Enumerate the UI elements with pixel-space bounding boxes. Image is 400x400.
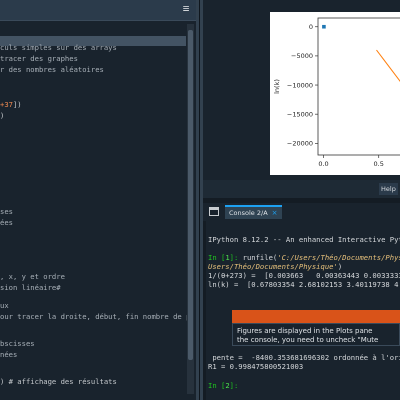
code-line: culs simples sur des arrays xyxy=(0,43,117,52)
prompt-label: In [ xyxy=(208,381,226,390)
notification-header xyxy=(232,310,400,323)
console-banner: IPython 8.12.2 -- An enhanced Interactiv… xyxy=(208,235,400,244)
fit-line xyxy=(376,49,400,82)
plot-figure[interactable]: ln(k) 0 −5000 −10000 −15000 −20000 0.0 0.5 xyxy=(270,12,400,175)
pane-splitter[interactable] xyxy=(196,0,203,400)
x-tick-label: 0.0 xyxy=(318,160,328,168)
notification-text: Figures are displayed in the Plots pane xyxy=(237,327,373,335)
plots-pane: ln(k) 0 −5000 −10000 −15000 −20000 0.0 0.5 xyxy=(203,0,400,196)
console-prompt-line: In [2]: xyxy=(208,381,243,390)
command-argument: 'C:/Users/Théo/Documents/Phys xyxy=(277,253,400,262)
code-line: ées xyxy=(0,218,13,227)
code-line: tracer des graphes xyxy=(0,54,78,63)
prompt-close: ]: xyxy=(229,381,243,390)
code-line: ses xyxy=(0,207,13,216)
y-tick-label: −20000 xyxy=(287,140,313,148)
y-axis-label: ln(k) xyxy=(273,79,281,94)
tab-console[interactable]: Console 2/A × xyxy=(225,205,282,219)
notification-text: the console, you need to uncheck "Mute xyxy=(237,336,379,344)
notification-popup[interactable]: Figures are displayed in the Plots pane … xyxy=(232,323,400,346)
code-editor[interactable]: ≡ culs simples sur des arrays tracer des… xyxy=(0,0,196,400)
tab-help[interactable]: Help xyxy=(379,183,398,195)
pane-tab-bar: Help xyxy=(203,180,400,198)
console-output-line: 1/(θ+273) = [0.003663 0.00363443 0.00333… xyxy=(208,271,400,280)
prompt-close: ]: xyxy=(229,253,243,262)
data-point xyxy=(322,24,326,29)
splitter-line xyxy=(199,0,200,400)
code-line: ) # affichage des résultats xyxy=(0,377,117,386)
command-end: ) xyxy=(337,262,343,271)
console-output-line: ln(k) = [0.67803354 2.68102153 3.4011973… xyxy=(208,280,400,289)
console-output-line: pente = -8400.353681696302 ordonnée à l'… xyxy=(208,353,400,362)
prompt-label: In [ xyxy=(208,253,226,262)
code-line: sion linéaire# xyxy=(0,283,61,292)
console-tab-bar: Console 2/A × xyxy=(203,203,400,222)
console-icon[interactable] xyxy=(209,207,219,216)
plot-frame xyxy=(317,17,400,156)
y-tick-label: −5000 xyxy=(291,52,313,60)
chart-svg: ln(k) 0 −5000 −10000 −15000 −20000 0.0 0.5 xyxy=(273,17,400,168)
editor-scrollbar[interactable] xyxy=(187,24,194,394)
code-line: ux xyxy=(0,301,9,310)
command-text: runfile( xyxy=(242,253,278,262)
code-line: our tracer la droite, début, fin nombre … xyxy=(0,312,191,321)
editor-scrollbar-thumb[interactable] xyxy=(188,30,193,360)
code-area[interactable]: culs simples sur des arrays tracer des g… xyxy=(0,0,190,400)
code-line: r des nombres aléatoires xyxy=(0,65,104,74)
close-icon[interactable]: × xyxy=(272,209,278,217)
console-input-line: In [1]: runfile('C:/Users/Théo/Documents… xyxy=(208,253,400,262)
y-tick-label: 0 xyxy=(309,23,313,31)
y-tick-label: −10000 xyxy=(287,81,313,89)
command-argument: Users/Théo/Documents/Physique' xyxy=(208,262,338,271)
code-line: +37]) xyxy=(0,100,22,109)
y-tick-label: −15000 xyxy=(287,110,313,118)
console-tab-label: Console 2/A xyxy=(229,209,268,217)
console-input-continuation: Users/Théo/Documents/Physique') xyxy=(208,262,342,271)
code-line: bscisses xyxy=(0,339,35,348)
code-line: nées xyxy=(0,350,18,359)
x-tick-label: 0.5 xyxy=(374,160,384,168)
console-left-edge xyxy=(203,221,206,400)
console-output-line: R1 = 0.998475800521003 xyxy=(208,362,304,371)
code-line: ) xyxy=(0,111,5,120)
code-line: , x, y et ordre xyxy=(0,272,65,281)
